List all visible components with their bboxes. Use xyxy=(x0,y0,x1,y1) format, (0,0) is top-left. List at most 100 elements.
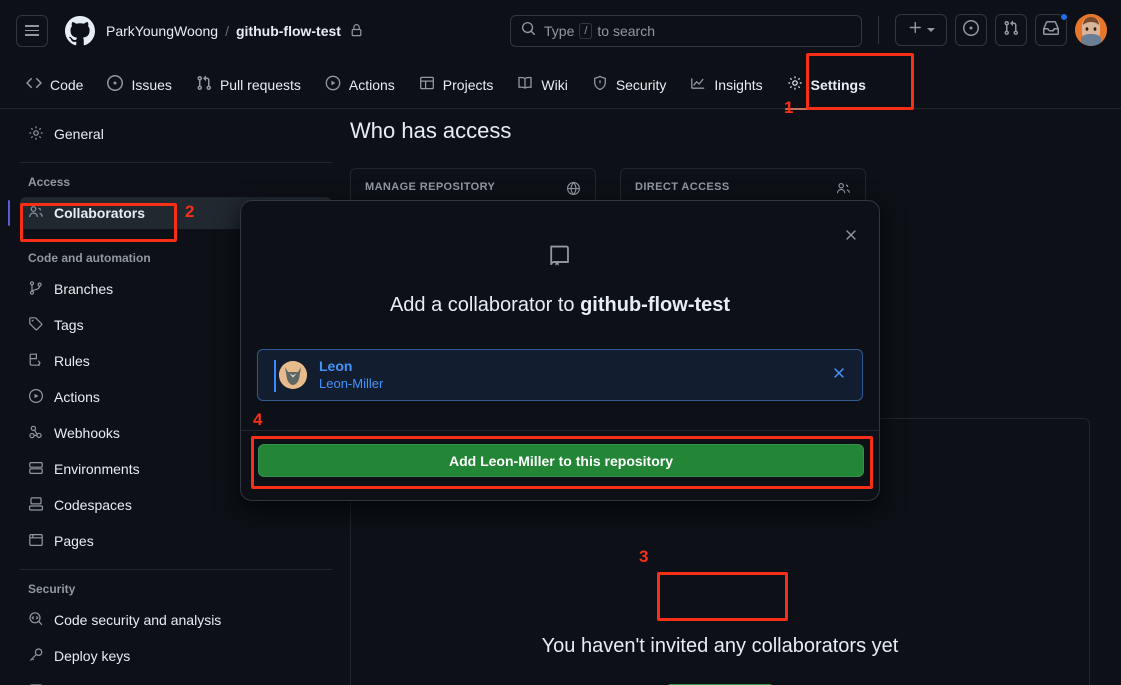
empty-state-title: You haven't invited any collaborators ye… xyxy=(541,635,899,657)
play-icon xyxy=(28,388,44,407)
tab-label: Issues xyxy=(131,76,172,93)
sidebar-item-pages[interactable]: Pages xyxy=(20,525,332,557)
sidebar-item-label: Webhooks xyxy=(54,425,120,441)
people-icon xyxy=(836,181,851,201)
table-icon xyxy=(419,75,435,94)
selected-collaborator-row[interactable]: Leon Leon-Miller xyxy=(257,349,863,401)
tab-label: Settings xyxy=(810,76,866,93)
play-icon xyxy=(325,75,341,94)
notifications-button[interactable] xyxy=(1035,13,1068,46)
search-placeholder: Type / to search xyxy=(544,23,656,39)
plus-icon xyxy=(908,20,923,40)
issue-opened-icon xyxy=(107,75,124,94)
search-slash-key: / xyxy=(579,23,593,39)
annotation-number-2: 2 xyxy=(185,202,195,221)
sidebar-item-general[interactable]: General xyxy=(20,118,332,150)
tab-label: Pull requests xyxy=(219,76,301,93)
collaborator-username: Leon-Miller xyxy=(319,375,384,391)
card-caption: DIRECT ACCESS xyxy=(635,181,730,193)
sidebar-item-label: Pages xyxy=(54,533,94,549)
add-collaborator-modal: Add a collaborator to github-flow-test L… xyxy=(240,200,880,501)
annotation-number-3: 3 xyxy=(639,547,649,566)
github-settings-page: ParkYoungWoong / github-flow-test Type /… xyxy=(0,0,1121,685)
pull-requests-button[interactable] xyxy=(995,14,1027,46)
selection-indicator xyxy=(274,360,276,392)
tab-code[interactable]: Code xyxy=(16,69,93,101)
sidebar-item-label: General xyxy=(54,126,104,142)
search-icon xyxy=(521,21,536,41)
tab-label: Code xyxy=(50,76,84,93)
tab-actions[interactable]: Actions xyxy=(315,69,405,101)
server-icon xyxy=(28,460,44,479)
tab-label: Projects xyxy=(442,76,494,93)
repo-icon xyxy=(547,243,573,274)
sidebar-item-label: Branches xyxy=(54,281,114,297)
tab-issues[interactable]: Issues xyxy=(97,69,181,101)
sidebar-heading-security: Security xyxy=(28,582,76,596)
sidebar-item-label: Actions xyxy=(54,389,100,405)
sidebar-divider xyxy=(20,162,332,163)
avatar[interactable] xyxy=(1075,14,1107,46)
sidebar-item-label: Environments xyxy=(54,461,140,477)
code-icon xyxy=(26,75,42,94)
card-caption: MANAGE REPOSITORY xyxy=(365,181,496,193)
modal-submit-button[interactable]: Add Leon-Miller to this repository xyxy=(258,444,864,477)
remove-collaborator-icon[interactable] xyxy=(832,366,846,385)
breadcrumb: ParkYoungWoong / github-flow-test xyxy=(106,23,363,39)
tab-settings[interactable]: Settings xyxy=(777,69,876,110)
people-icon xyxy=(28,204,44,223)
codespaces-icon xyxy=(28,496,44,515)
issue-opened-icon xyxy=(963,19,979,41)
annotation-number-4: 4 xyxy=(253,410,263,429)
tab-label: Wiki xyxy=(541,76,568,93)
issues-button[interactable] xyxy=(955,14,987,46)
search-input[interactable]: Type / to search xyxy=(510,15,862,47)
modal-title-repo: github-flow-test xyxy=(580,294,731,316)
graph-icon xyxy=(690,75,706,94)
sidebar-item-deploy-keys[interactable]: Deploy keys xyxy=(20,640,332,672)
lock-icon xyxy=(350,24,363,37)
rules-icon xyxy=(28,352,44,371)
git-pull-request-icon xyxy=(1003,20,1019,41)
globe-icon xyxy=(566,181,581,201)
github-logo-icon[interactable] xyxy=(64,15,96,47)
tab-security[interactable]: Security xyxy=(582,69,677,101)
create-new-button[interactable] xyxy=(895,14,947,46)
tab-pull-requests[interactable]: Pull requests xyxy=(186,69,311,101)
global-header: ParkYoungWoong / github-flow-test Type /… xyxy=(0,0,1121,61)
breadcrumb-owner[interactable]: ParkYoungWoong xyxy=(106,23,218,39)
sidebar-item-code-security[interactable]: Code security and analysis xyxy=(20,604,332,636)
git-branch-icon xyxy=(28,280,44,299)
key-icon xyxy=(28,647,44,666)
sidebar-item-secrets-variables[interactable]: Secrets and variables xyxy=(20,676,332,685)
inbox-icon xyxy=(1043,20,1059,41)
shield-icon xyxy=(592,75,608,94)
breadcrumb-repo[interactable]: github-flow-test xyxy=(236,23,341,39)
book-icon xyxy=(517,75,533,94)
close-icon[interactable] xyxy=(839,223,863,247)
codescan-icon xyxy=(28,611,44,630)
sidebar-item-label: Rules xyxy=(54,353,90,369)
breadcrumb-separator: / xyxy=(225,22,229,39)
notification-indicator xyxy=(1060,13,1068,21)
hamburger-icon[interactable] xyxy=(16,14,48,47)
modal-title-prefix: Add a collaborator to xyxy=(389,294,581,316)
collaborator-identity: Leon Leon-Miller xyxy=(319,358,383,392)
sidebar-divider-2 xyxy=(20,569,332,570)
tab-insights[interactable]: Insights xyxy=(680,69,772,101)
avatar xyxy=(279,361,307,389)
sidebar-item-label: Deploy keys xyxy=(54,648,131,664)
gear-icon xyxy=(787,75,803,94)
tab-label: Security xyxy=(615,76,667,93)
sidebar-item-label: Codespaces xyxy=(54,497,132,513)
tab-projects[interactable]: Projects xyxy=(409,69,504,101)
chevron-down-icon xyxy=(926,28,935,32)
tab-label: Insights xyxy=(714,76,763,93)
sidebar-item-label: Collaborators xyxy=(54,205,146,221)
tab-wiki[interactable]: Wiki xyxy=(507,69,577,101)
webhook-icon xyxy=(28,424,44,443)
sidebar-item-label: Code security and analysis xyxy=(54,612,222,628)
annotation-number-1: 1 xyxy=(784,98,794,117)
gear-icon xyxy=(28,125,44,144)
repository-nav: Code Issues Pull requests Actions Projec… xyxy=(0,61,1121,110)
